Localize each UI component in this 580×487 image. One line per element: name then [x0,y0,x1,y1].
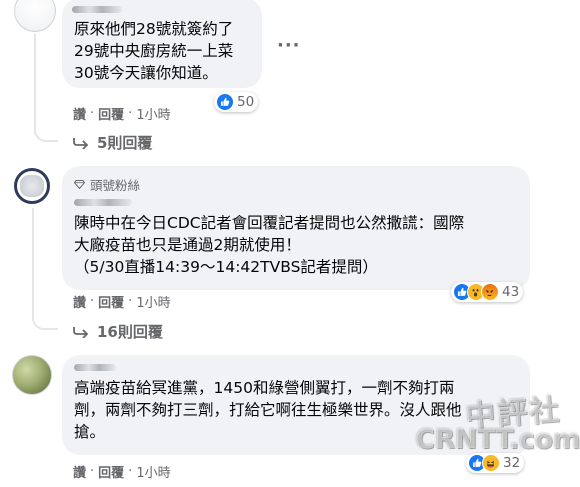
reaction-summary[interactable]: 43 [451,282,524,302]
like-button[interactable]: 讚 [73,104,86,123]
comment-text: 陳時中在今日CDC記者會回覆記者提問也公然撒謊：國際 大廠疫苗也只是通過2期就使… [74,214,465,276]
author-name[interactable] [72,6,122,13]
comment-bubble: 頭號粉絲 陳時中在今日CDC記者會回覆記者提問也公然撒謊：國際 大廠疫苗也只是通… [62,166,530,290]
angry-reaction-icon [481,283,499,301]
reply-arrow-icon [73,326,89,338]
reaction-count: 50 [237,94,255,110]
reaction-count: 43 [502,284,520,300]
author-name[interactable] [74,364,116,371]
comment-text: 原來他們28號就簽約了 29號中央廚房統一上菜 30號今天讓你知道。 [74,20,234,82]
separator-dot: · [90,294,95,309]
comment-actions: 讚 · 回覆 · 1小時 [73,462,171,481]
thread-line [32,208,34,320]
comment-actions: 讚 · 回覆 · 1小時 [73,104,171,123]
reply-button[interactable]: 回覆 [98,104,124,123]
comment-actions: 讚 · 回覆 · 1小時 [73,292,171,311]
replies-count-label: 16則回覆 [97,323,163,341]
reaction-count: 32 [503,455,521,471]
reaction-summary[interactable]: 32 [466,453,525,473]
diamond-icon [74,180,85,189]
separator-dot: · [90,106,95,121]
view-replies-link[interactable]: 5則回覆 [73,132,152,153]
comment-text: 高端疫苗給冥進黨，1450和綠營側翼打，一劑不夠打兩 劑，兩劑不夠打三劑，打給它… [74,379,462,441]
view-replies-link[interactable]: 16則回覆 [73,321,163,342]
timestamp[interactable]: 1小時 [136,292,170,311]
thread-line [34,34,36,134]
reply-button[interactable]: 回覆 [98,292,124,311]
separator-dot: · [90,464,95,479]
reply-arrow-icon [73,137,89,149]
comment-bubble: 原來他們28號就簽約了 29號中央廚房統一上菜 30號今天讓你知道。 [62,0,262,88]
avatar[interactable] [14,0,56,32]
like-button[interactable]: 讚 [73,462,86,481]
separator-dot: · [128,294,133,309]
avatar-inner [20,175,44,197]
replies-count-label: 5則回覆 [97,134,153,152]
more-options-icon[interactable]: ··· [277,35,301,56]
avatar[interactable] [12,355,52,395]
separator-dot: · [128,464,133,479]
like-reaction-icon [216,93,234,111]
badge-label: 頭號粉絲 [90,178,141,193]
timestamp[interactable]: 1小時 [136,462,170,481]
reply-button[interactable]: 回覆 [98,462,124,481]
reaction-summary[interactable]: 50 [214,92,259,112]
author-name[interactable] [74,199,132,206]
top-fan-badge[interactable]: 頭號粉絲 [74,175,140,194]
thread-elbow [32,308,58,330]
separator-dot: · [128,106,133,121]
comment-bubble: 高端疫苗給冥進黨，1450和綠營側翼打，一劑不夠打兩 劑，兩劑不夠打三劑，打給它… [62,355,530,455]
like-button[interactable]: 讚 [73,292,86,311]
haha-reaction-icon [482,454,500,472]
timestamp[interactable]: 1小時 [136,104,170,123]
thread-elbow [34,120,58,142]
